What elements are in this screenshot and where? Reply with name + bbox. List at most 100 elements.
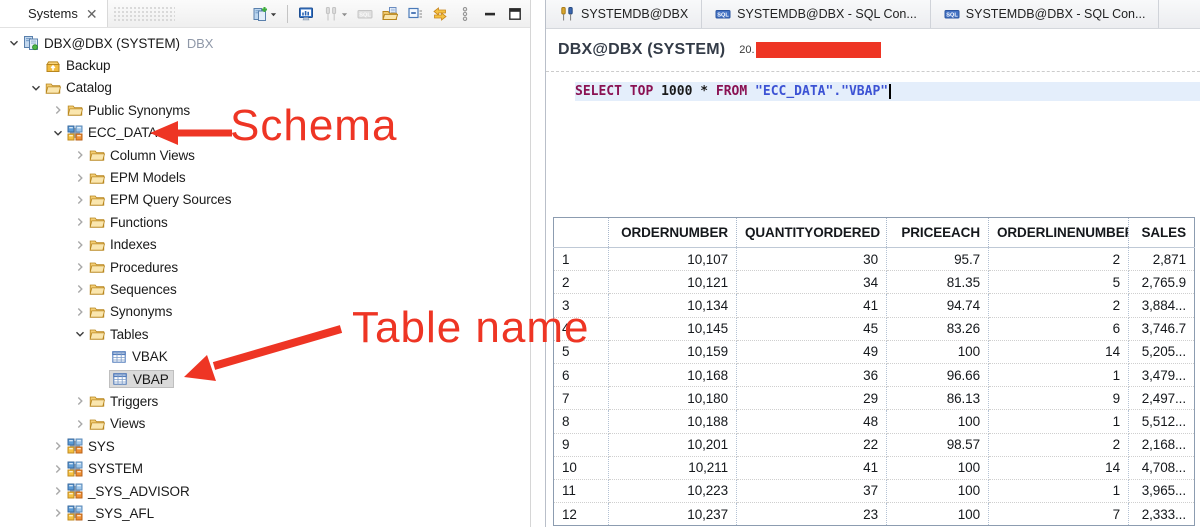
data-cell[interactable]: 36 <box>737 363 887 386</box>
tree-item-triggers[interactable]: Triggers <box>0 390 530 412</box>
chevron-right-icon[interactable] <box>50 438 66 454</box>
row-number-cell[interactable]: 12 <box>554 503 609 526</box>
corner-cell[interactable] <box>554 218 609 248</box>
data-cell[interactable]: 10,223 <box>609 479 737 502</box>
tree-item-procedures[interactable]: Procedures <box>0 256 530 278</box>
tree-item-system[interactable]: SYSTEM <box>0 457 530 479</box>
tree-item-views[interactable]: Views <box>0 413 530 435</box>
column-header-quantityordered[interactable]: QUANTITYORDERED <box>737 218 887 248</box>
tree-item-epm-query-sources[interactable]: EPM Query Sources <box>0 189 530 211</box>
data-cell[interactable]: 7 <box>989 503 1129 526</box>
data-cell[interactable]: 10,180 <box>609 387 737 410</box>
data-cell[interactable]: 5,205... <box>1129 340 1195 363</box>
row-number-cell[interactable]: 11 <box>554 479 609 502</box>
tree-item-indexes[interactable]: Indexes <box>0 234 530 256</box>
row-number-cell[interactable]: 10 <box>554 456 609 479</box>
chevron-right-icon[interactable] <box>72 214 88 230</box>
chevron-right-icon[interactable] <box>72 259 88 275</box>
chevron-right-icon[interactable] <box>72 393 88 409</box>
data-cell[interactable]: 41 <box>737 294 887 317</box>
result-row-2[interactable]: 210,1213481.3552,765.9 <box>554 271 1195 294</box>
result-row-6[interactable]: 610,1683696.6613,479... <box>554 363 1195 386</box>
data-cell[interactable]: 14 <box>989 340 1129 363</box>
result-row-4[interactable]: 410,1454583.2663,746.7 <box>554 317 1195 340</box>
minimize-button[interactable] <box>482 6 498 22</box>
result-row-9[interactable]: 910,2012298.5722,168... <box>554 433 1195 456</box>
data-cell[interactable]: 10,168 <box>609 363 737 386</box>
data-cell[interactable]: 10,159 <box>609 340 737 363</box>
data-cell[interactable]: 10,237 <box>609 503 737 526</box>
row-number-cell[interactable]: 7 <box>554 387 609 410</box>
row-number-cell[interactable]: 6 <box>554 363 609 386</box>
data-cell[interactable]: 2 <box>989 433 1129 456</box>
data-cell[interactable]: 30 <box>737 248 887 271</box>
drag-handle[interactable] <box>113 6 175 22</box>
tree-item-backup[interactable]: Backup <box>0 54 530 76</box>
data-cell[interactable]: 22 <box>737 433 887 456</box>
chevron-down-icon[interactable] <box>72 326 88 342</box>
result-row-3[interactable]: 310,1344194.7423,884... <box>554 294 1195 317</box>
column-header-ordernumber[interactable]: ORDERNUMBER <box>609 218 737 248</box>
data-cell[interactable]: 1 <box>989 479 1129 502</box>
editor-tab-3[interactable]: SQLSYSTEMDB@DBX - SQL Con... <box>931 0 1160 28</box>
column-header-sales[interactable]: SALES <box>1129 218 1195 248</box>
column-header-priceeach[interactable]: PRICEEACH <box>887 218 989 248</box>
result-row-10[interactable]: 1010,21141100144,708... <box>554 456 1195 479</box>
chevron-right-icon[interactable] <box>72 281 88 297</box>
chevron-right-icon[interactable] <box>50 102 66 118</box>
data-cell[interactable]: 45 <box>737 317 887 340</box>
data-cell[interactable]: 100 <box>887 479 989 502</box>
tree-item--sys-advisor[interactable]: _SYS_ADVISOR <box>0 480 530 502</box>
tree-item--sys-afl[interactable]: _SYS_AFL <box>0 502 530 524</box>
editor-tab-1[interactable]: SYSTEMDB@DBX <box>546 0 702 28</box>
data-cell[interactable]: 5,512... <box>1129 410 1195 433</box>
result-row-12[interactable]: 1210,2372310072,333... <box>554 503 1195 526</box>
tree-item-dbx-dbx-system-[interactable]: DBX@DBX (SYSTEM)DBX <box>0 32 530 54</box>
data-cell[interactable]: 2,333... <box>1129 503 1195 526</box>
result-row-8[interactable]: 810,1884810015,512... <box>554 410 1195 433</box>
data-cell[interactable]: 37 <box>737 479 887 502</box>
data-cell[interactable]: 34 <box>737 271 887 294</box>
data-cell[interactable]: 1 <box>989 363 1129 386</box>
editor-tab-2[interactable]: SQLSYSTEMDB@DBX - SQL Con... <box>702 0 931 28</box>
tree-item-vbap[interactable]: VBAP <box>0 368 530 390</box>
result-row-11[interactable]: 1110,2233710013,965... <box>554 479 1195 502</box>
chevron-right-icon[interactable] <box>72 147 88 163</box>
data-cell[interactable]: 100 <box>887 410 989 433</box>
dropdown-icon[interactable] <box>341 5 348 23</box>
sql-statement-line[interactable]: SELECT TOP 1000 * FROM "ECC_DATA"."VBAP" <box>575 82 1200 101</box>
data-cell[interactable]: 96.66 <box>887 363 989 386</box>
row-number-cell[interactable]: 8 <box>554 410 609 433</box>
result-row-5[interactable]: 510,15949100145,205... <box>554 340 1195 363</box>
data-cell[interactable]: 10,211 <box>609 456 737 479</box>
view-menu-button[interactable] <box>457 6 473 22</box>
row-number-cell[interactable]: 2 <box>554 271 609 294</box>
systems-tab[interactable]: Systems ✕ <box>0 0 108 27</box>
row-number-cell[interactable]: 9 <box>554 433 609 456</box>
data-cell[interactable]: 100 <box>887 456 989 479</box>
chevron-down-icon[interactable] <box>50 125 66 141</box>
data-cell[interactable]: 23 <box>737 503 887 526</box>
data-cell[interactable]: 100 <box>887 503 989 526</box>
chevron-down-icon[interactable] <box>28 80 44 96</box>
tree-item-epm-models[interactable]: EPM Models <box>0 166 530 188</box>
column-header-orderlinenumber[interactable]: ORDERLINENUMBER <box>989 218 1129 248</box>
data-cell[interactable]: 41 <box>737 456 887 479</box>
tree-item-sequences[interactable]: Sequences <box>0 278 530 300</box>
administration-console-button[interactable] <box>298 6 314 22</box>
chevron-right-icon[interactable] <box>50 483 66 499</box>
data-cell[interactable]: 4,708... <box>1129 456 1195 479</box>
open-folder-button[interactable] <box>382 6 398 22</box>
chevron-right-icon[interactable] <box>72 416 88 432</box>
chevron-right-icon[interactable] <box>50 505 66 521</box>
data-cell[interactable]: 2 <box>989 294 1129 317</box>
configure-button[interactable] <box>323 5 348 23</box>
result-row-7[interactable]: 710,1802986.1392,497... <box>554 387 1195 410</box>
data-cell[interactable]: 9 <box>989 387 1129 410</box>
tree-item-sys[interactable]: SYS <box>0 435 530 457</box>
collapse-all-button[interactable] <box>407 6 423 22</box>
link-with-editor-button[interactable] <box>432 6 448 22</box>
row-number-cell[interactable]: 1 <box>554 248 609 271</box>
tree-item-catalog[interactable]: Catalog <box>0 77 530 99</box>
data-cell[interactable]: 98.57 <box>887 433 989 456</box>
